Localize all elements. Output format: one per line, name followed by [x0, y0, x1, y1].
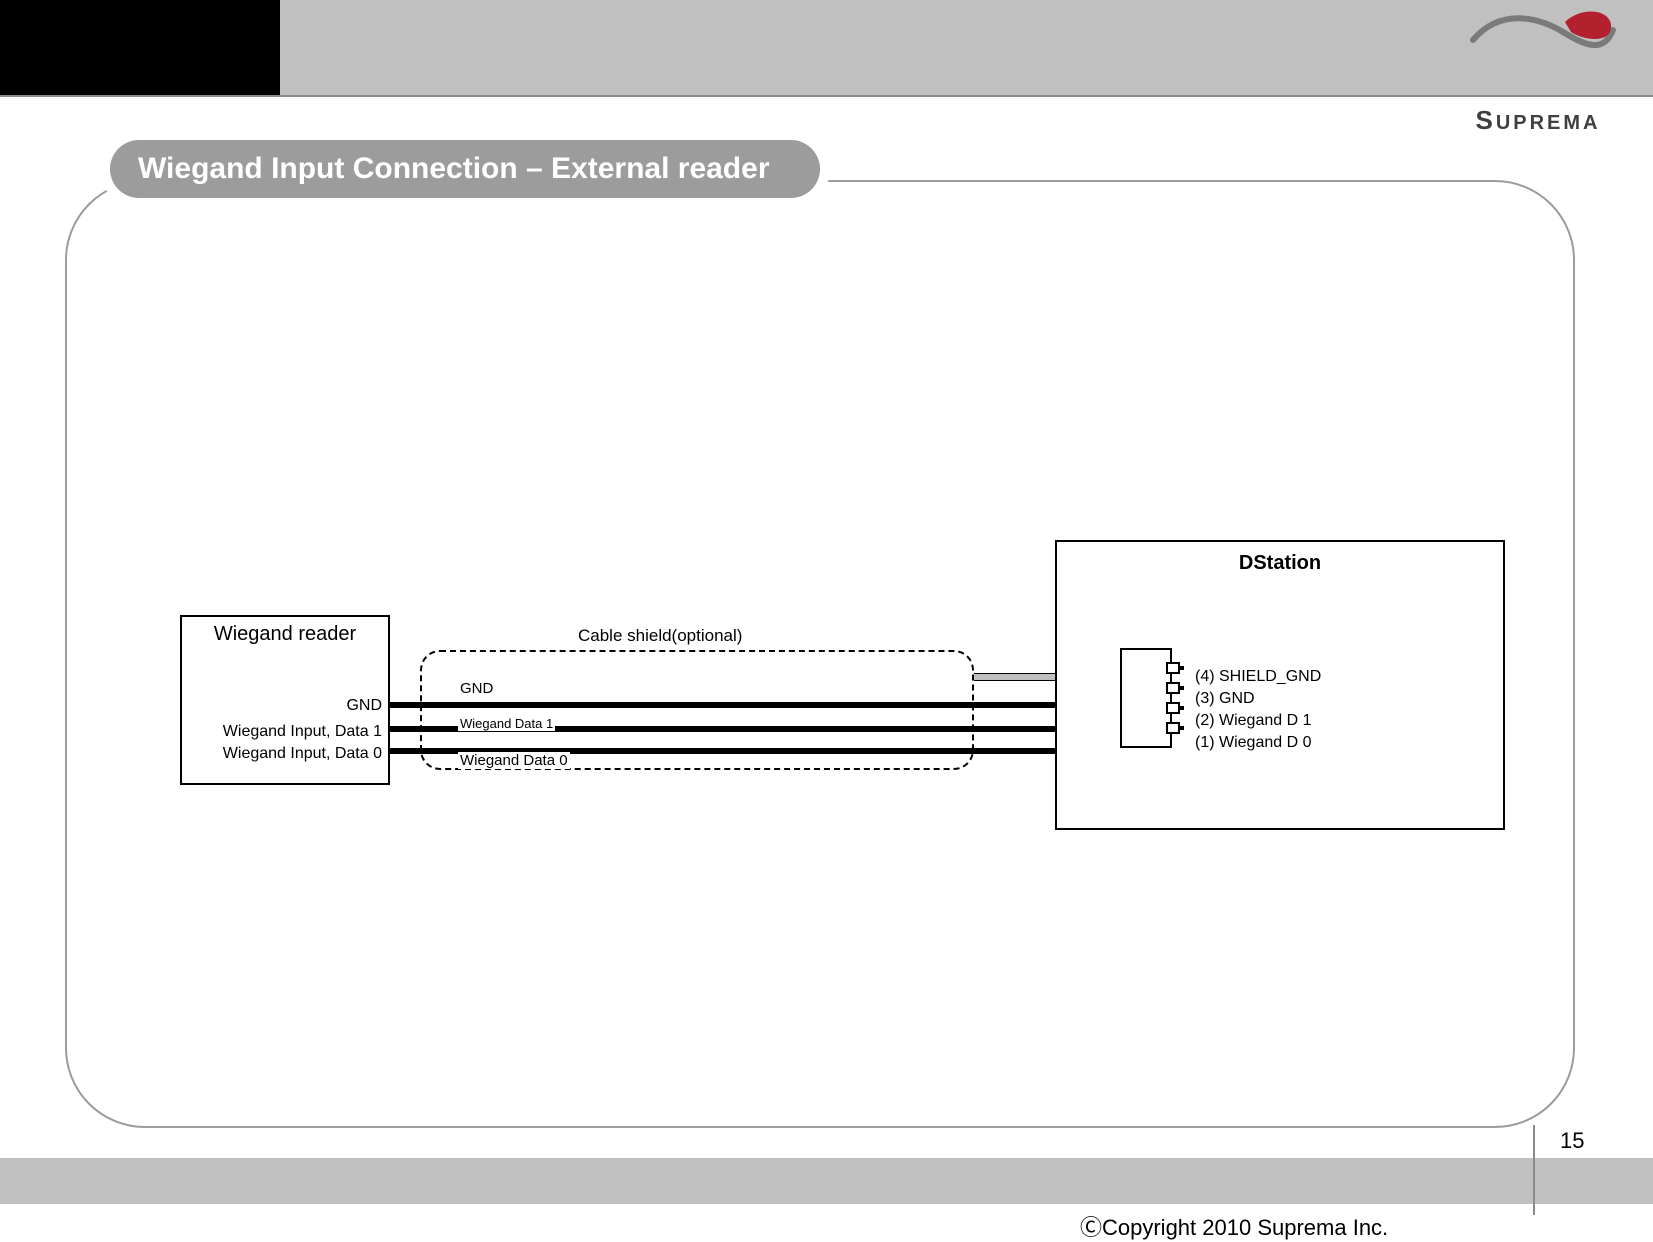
section-title-text: Wiegand Input Connection – External read…: [138, 152, 770, 186]
reader-pin-gnd: GND: [346, 697, 382, 715]
logo: SUPREMA: [1453, 10, 1623, 90]
wire-label-data0: Wiegand Data 0: [458, 752, 570, 769]
wiegand-reader-title: Wiegand reader: [182, 623, 388, 646]
reader-pin-data1: Wiegand Input, Data 1: [223, 723, 382, 741]
page-number: 15: [1560, 1128, 1584, 1154]
dstation-title: DStation: [1057, 552, 1503, 575]
header-black-block: [0, 0, 280, 95]
wiring-diagram: Wiegand reader GND Wiegand Input, Data 1…: [110, 540, 1510, 860]
wire-label-gnd: GND: [458, 680, 495, 697]
section-title: Wiegand Input Connection – External read…: [110, 140, 820, 198]
wire-gnd: [390, 702, 1120, 708]
footer-bar: [0, 1158, 1653, 1204]
connector-block: [1120, 648, 1172, 748]
cable-shield-label: Cable shield(optional): [578, 626, 742, 646]
reader-pin-data0: Wiegand Input, Data 0: [223, 745, 382, 763]
dstation-pin-4: (4) SHIELD_GND: [1195, 668, 1321, 686]
dstation-pin-1: (1) Wiegand D 0: [1195, 734, 1312, 752]
logo-text: SUPREMA: [1453, 105, 1623, 136]
logo-swoosh-icon: [1453, 10, 1623, 54]
dstation-pin-3: (3) GND: [1195, 690, 1255, 708]
header-divider: [0, 95, 1653, 97]
header-bar: SUPREMA: [0, 0, 1653, 95]
copyright-text: ⒸCopyright 2010 Suprema Inc.: [1080, 1210, 1388, 1242]
wiegand-reader-box: Wiegand reader GND Wiegand Input, Data 1…: [180, 615, 390, 785]
footer-separator: [1533, 1125, 1535, 1215]
dstation-pin-2: (2) Wiegand D 1: [1195, 712, 1312, 730]
wire-label-data1: Wiegand Data 1: [458, 716, 555, 731]
